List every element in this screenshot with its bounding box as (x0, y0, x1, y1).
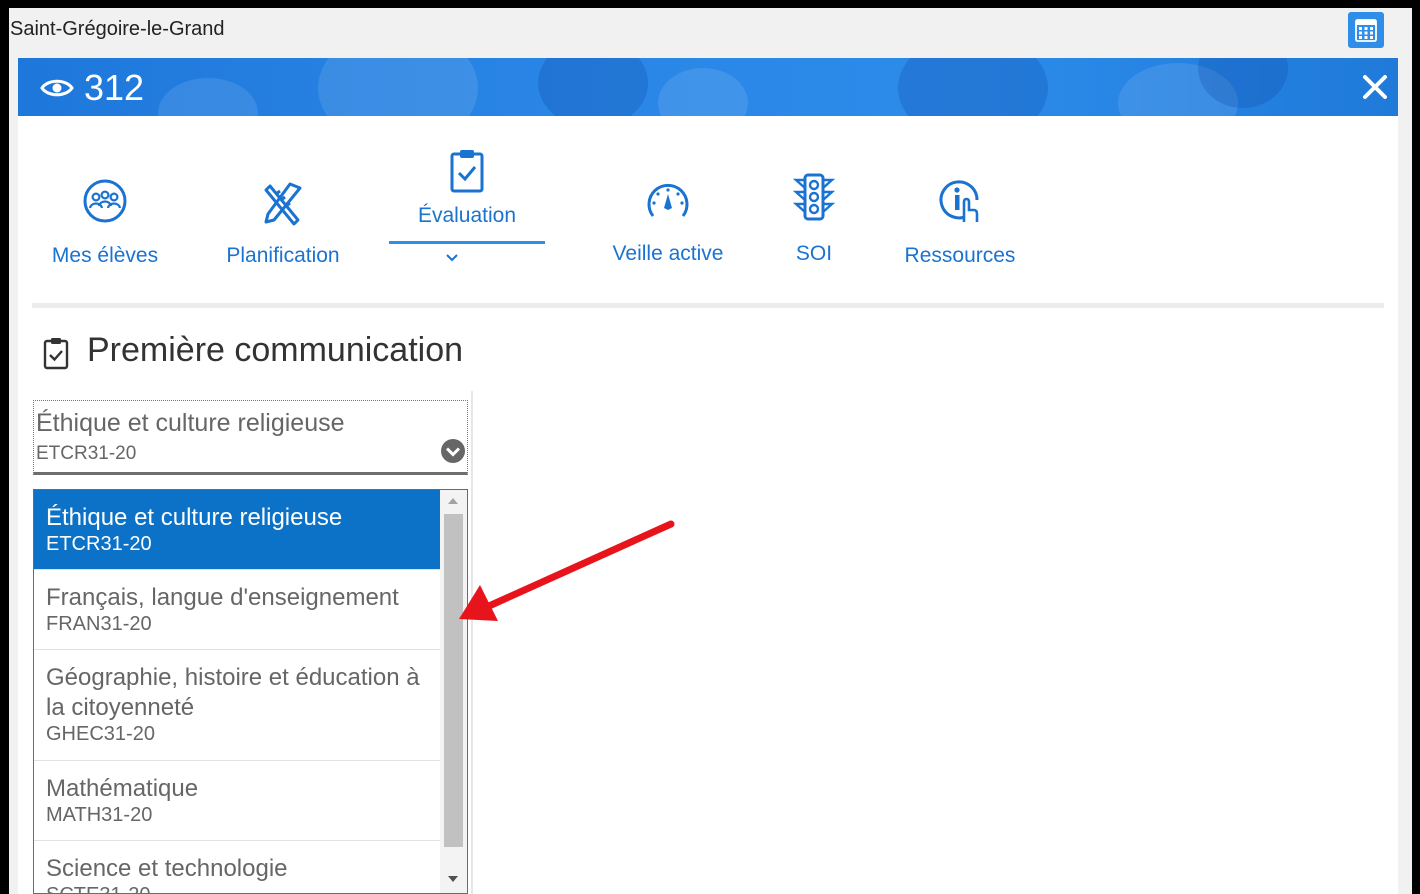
main-content: Mes élèves Planification Évaluation Veil… (18, 116, 1398, 894)
active-tab-indicator (389, 241, 545, 244)
course-list[interactable]: Éthique et culture religieuse ETCR31-20 … (33, 489, 468, 894)
nav-item-evaluation[interactable]: Évaluation (389, 148, 545, 228)
course-code: MATH31-20 (46, 804, 153, 826)
list-item[interactable]: Français, langue d'enseignement FRAN31-2… (34, 570, 440, 650)
nav-label: Planification (226, 244, 340, 267)
nav-label: Ressources (904, 244, 1016, 267)
nav-divider (32, 303, 1384, 308)
course-title: Français, langue d'enseignement (46, 584, 399, 611)
main-nav: Mes élèves Planification Évaluation Veil… (18, 116, 1398, 308)
chevron-down-icon[interactable] (445, 253, 459, 263)
course-title: Science et technologie (46, 855, 288, 882)
course-select-title: Éthique et culture religieuse (36, 409, 345, 437)
calendar-icon (1355, 19, 1377, 42)
students-icon (83, 179, 127, 223)
school-name: Saint-Grégoire-le-Grand (10, 18, 225, 40)
course-code: ETCR31-20 (46, 533, 152, 555)
pencil-ruler-icon (264, 182, 302, 226)
list-item[interactable]: Science et technologie SCTE31-20 (34, 841, 440, 893)
course-select-code: ETCR31-20 (36, 443, 137, 464)
close-icon[interactable] (1361, 73, 1389, 101)
course-title: Éthique et culture religieuse (46, 504, 343, 531)
nav-item-mes-eleves[interactable]: Mes élèves (40, 178, 170, 268)
nav-label: Veille active (612, 242, 724, 265)
nav-item-planification[interactable]: Planification (208, 178, 358, 268)
clipboard-check-icon (43, 338, 69, 370)
clipboard-check-icon (450, 150, 484, 193)
nav-item-veille-active[interactable]: Veille active (598, 180, 738, 266)
chevron-down-circle-icon[interactable] (440, 438, 466, 464)
header-banner: 312 (18, 58, 1398, 116)
info-hand-icon (939, 180, 979, 222)
nav-label: SOI (795, 242, 833, 265)
nav-label: Mes élèves (51, 244, 159, 267)
course-code: SCTE31-20 (46, 884, 440, 893)
nav-item-ressources[interactable]: Ressources (890, 178, 1030, 268)
course-select[interactable]: Éthique et culture religieuse ETCR31-20 (33, 400, 468, 475)
scroll-up-icon[interactable] (448, 497, 458, 504)
annotation-arrow-icon (459, 520, 675, 621)
course-code: GHEC31-20 (46, 723, 155, 745)
scroll-down-icon[interactable] (448, 876, 458, 883)
eye-icon (40, 79, 74, 97)
traffic-light-icon (792, 173, 836, 221)
course-title: Mathématique (46, 775, 199, 802)
app-window: Saint-Grégoire-le-Grand 312 Mes élèves P… (9, 8, 1412, 894)
speedometer-icon (647, 183, 689, 217)
nav-label: Évaluation (417, 204, 517, 227)
course-title: Géographie, histoire et éducation à la c… (46, 664, 420, 721)
view-count: 312 (84, 67, 145, 108)
nav-item-soi[interactable]: SOI (774, 172, 854, 266)
title-bar: Saint-Grégoire-le-Grand (9, 8, 1412, 58)
list-item[interactable]: Mathématique MATH31-20 (34, 761, 440, 841)
list-item[interactable]: Éthique et culture religieuse ETCR31-20 (34, 490, 440, 570)
calendar-button[interactable] (1348, 12, 1384, 48)
list-item[interactable]: Géographie, histoire et éducation à la c… (34, 650, 440, 761)
course-code: FRAN31-20 (46, 613, 152, 635)
panel-divider (471, 391, 473, 894)
page-title: Première communication (87, 331, 464, 369)
